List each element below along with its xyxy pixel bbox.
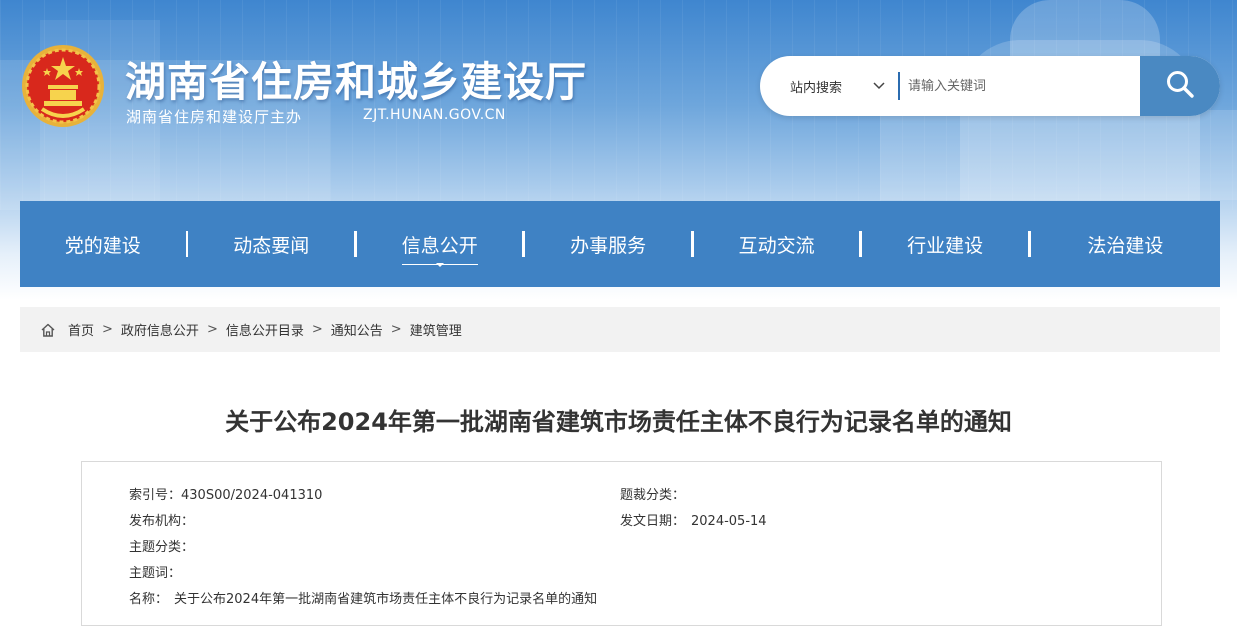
nav-item-label: 办事服务 [570, 234, 647, 257]
breadcrumb-separator: > [390, 322, 402, 337]
article-title: 关于公布2024年第一批湖南省建筑市场责任主体不良行为记录名单的通知 [225, 408, 1012, 436]
meta-index-label: 索引号： [129, 488, 182, 503]
nav-item-label: 行业建设 [907, 234, 984, 257]
chevron-down-icon [872, 79, 886, 93]
nav-item-industry[interactable]: 行业建设 [862, 201, 1028, 287]
home-icon [40, 322, 56, 338]
meta-name-value: 关于公布2024年第一批湖南省建筑市场责任主体不良行为记录名单的通知 [174, 592, 598, 607]
meta-category-label: 题裁分类： [620, 488, 686, 503]
national-emblem-icon[interactable] [20, 43, 106, 129]
meta-keywords-label: 主题词： [129, 566, 182, 581]
search-scope-label: 站内搜索 [790, 80, 843, 96]
meta-index: 索引号：430S00/2024-041310 [129, 484, 322, 503]
nav-item-info-disclosure[interactable]: 信息公开 [357, 201, 523, 287]
meta-category: 题裁分类： [620, 484, 685, 503]
nav-item-label: 动态要闻 [233, 234, 310, 257]
active-caret-icon [435, 263, 444, 267]
search-button[interactable] [1140, 56, 1220, 116]
meta-publisher-label: 发布机构： [129, 514, 195, 529]
meta-topic: 主题分类： [129, 536, 194, 555]
breadcrumb-separator: > [311, 322, 323, 337]
breadcrumb-separator: > [102, 322, 113, 337]
site-domain: ZJT.HUNAN.GOV.CN [363, 107, 506, 123]
meta-index-value: 430S00/2024-041310 [181, 488, 323, 503]
nav-item-rule-of-law[interactable]: 法治建设 [1031, 201, 1220, 287]
nav-item-label: 互动交流 [738, 234, 815, 257]
meta-keywords: 主题词： [129, 562, 181, 581]
breadcrumb-home[interactable]: 首页 [68, 320, 94, 339]
site-title[interactable]: 湖南省住房和城乡建设厅 [125, 48, 587, 108]
breadcrumb: 首页 > 政府信息公开 > 信息公开目录 > 通知公告 > 建筑管理 [20, 307, 1220, 352]
breadcrumb-construction-mgmt[interactable]: 建筑管理 [410, 320, 462, 339]
meta-publisher: 发布机构： [129, 510, 194, 529]
search-icon [1165, 69, 1195, 103]
main-nav: 党的建设 动态要闻 信息公开 办事服务 互动交流 行业建设 法治建设 [20, 201, 1220, 287]
site-subtitle: 湖南省住房和建设厅主办 [126, 108, 303, 126]
search-bar: 站内搜索 [760, 56, 1220, 116]
meta-name-label: 名称： [129, 592, 169, 607]
search-scope-select[interactable]: 站内搜索 [760, 56, 898, 116]
nav-item-label: 法治建设 [1087, 234, 1164, 257]
meta-name: 名称： 关于公布2024年第一批湖南省建筑市场责任主体不良行为记录名单的通知 [129, 588, 597, 607]
nav-item-label: 信息公开 [401, 231, 478, 265]
meta-date-label: 发文日期： [620, 514, 686, 529]
nav-item-interaction[interactable]: 互动交流 [694, 201, 860, 287]
meta-date-value: 2024-05-14 [691, 514, 767, 529]
breadcrumb-notices[interactable]: 通知公告 [331, 320, 383, 339]
document-meta-box: 索引号：430S00/2024-041310 题裁分类： 发布机构： 发文日期：… [81, 461, 1162, 626]
nav-item-party-building[interactable]: 党的建设 [20, 201, 186, 287]
meta-date: 发文日期： 2024-05-14 [620, 510, 767, 529]
breadcrumb-gov-info[interactable]: 政府信息公开 [121, 320, 199, 339]
nav-item-services[interactable]: 办事服务 [525, 201, 691, 287]
search-divider [898, 72, 900, 100]
breadcrumb-info-catalog[interactable]: 信息公开目录 [226, 320, 304, 339]
nav-item-label: 党的建设 [64, 234, 141, 257]
breadcrumb-separator: > [206, 322, 218, 337]
nav-item-news[interactable]: 动态要闻 [188, 201, 354, 287]
search-input[interactable] [908, 66, 1138, 106]
meta-topic-label: 主题分类： [129, 540, 195, 555]
